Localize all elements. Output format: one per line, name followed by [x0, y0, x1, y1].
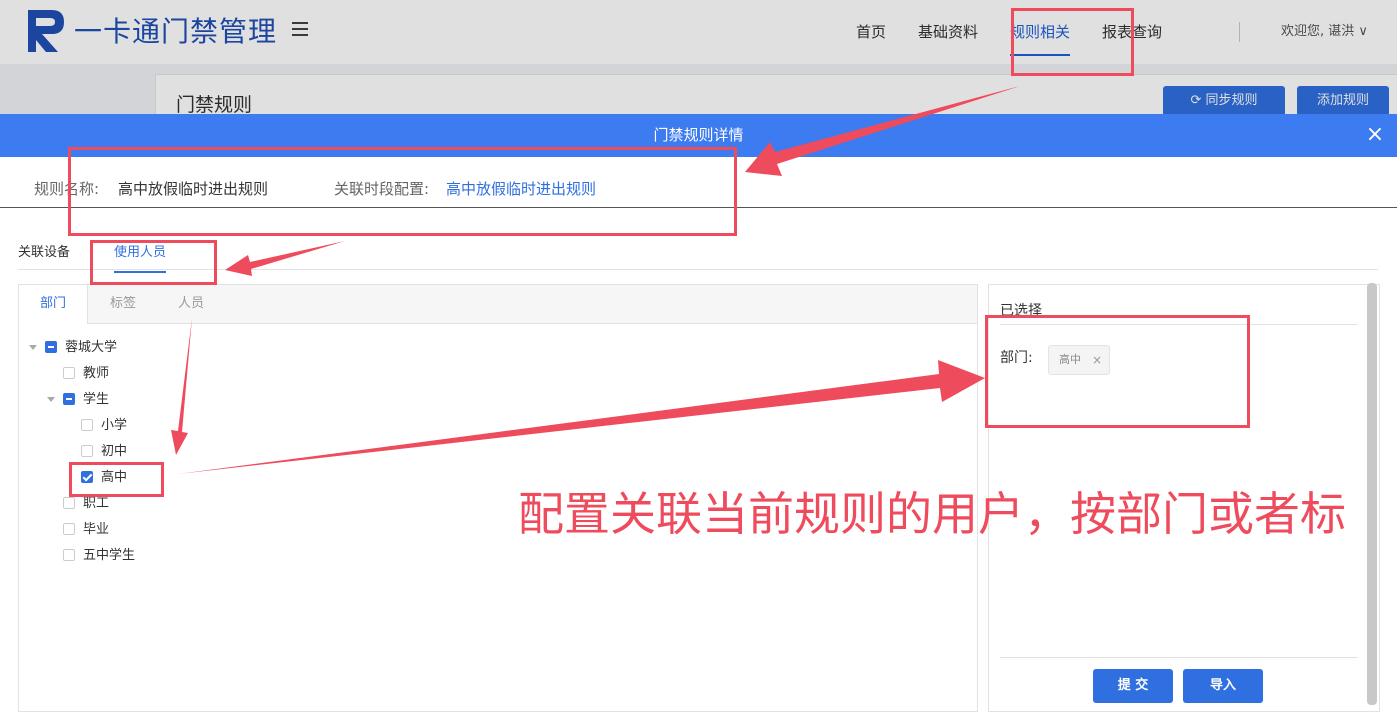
annotation-text: 配置关联当前规则的用户，按部门或者标	[518, 487, 1346, 541]
annotation-arrows	[171, 86, 1020, 474]
arrow-icon	[171, 86, 1020, 474]
